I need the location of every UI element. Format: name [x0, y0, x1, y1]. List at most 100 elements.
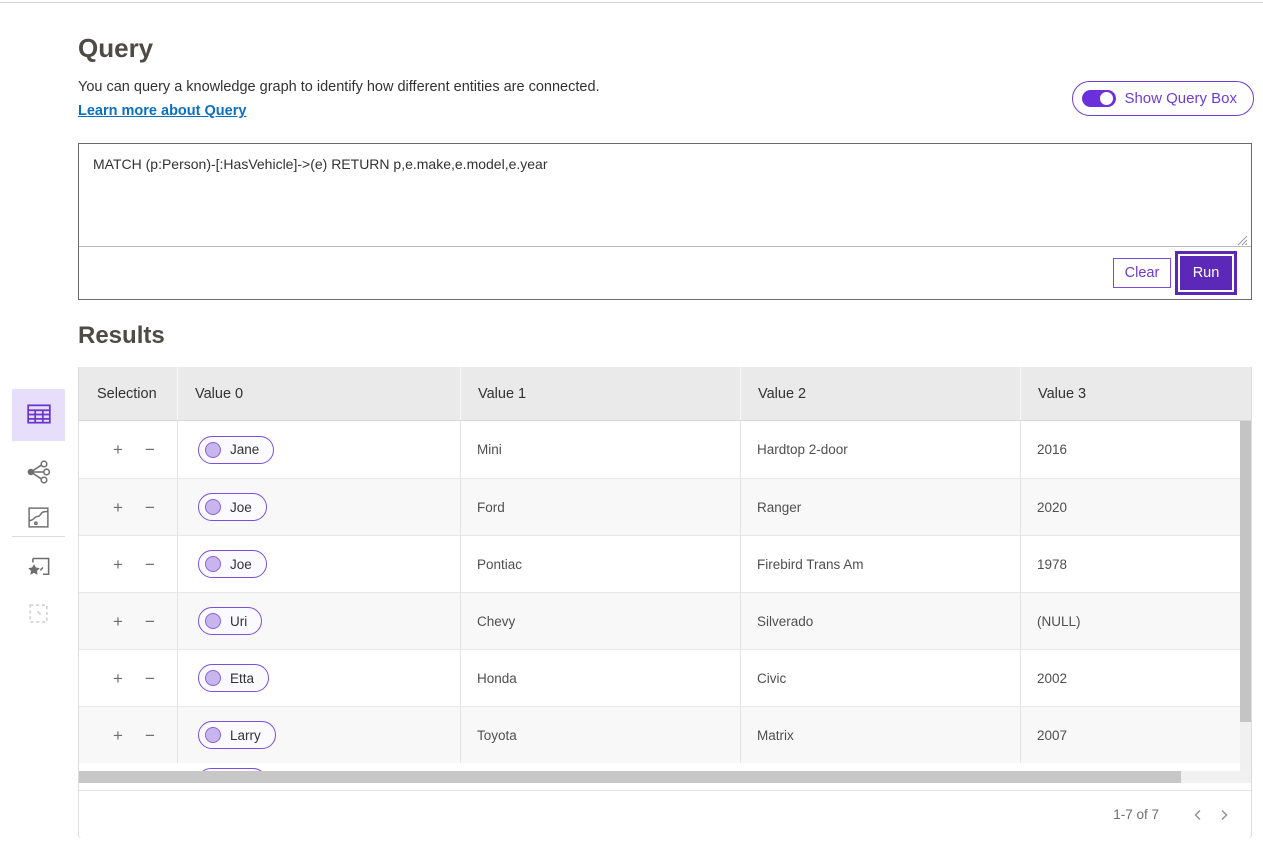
toggle-switch-icon [1082, 90, 1116, 107]
value2-cell: Matrix [740, 707, 1020, 763]
table-row: + − Larry Toyota Matrix 2007 [79, 706, 1251, 763]
selection-cell: + − [79, 707, 177, 763]
sidebar-item-link-chart-view[interactable] [12, 450, 65, 496]
sidebar-item-table-view[interactable] [12, 389, 65, 441]
entity-pill-label: Uri [230, 614, 247, 629]
value0-cell: Jane [177, 421, 460, 478]
entity-node-icon [205, 670, 221, 686]
value2-cell: Ranger [740, 479, 1020, 535]
entity-pill[interactable]: Joe [198, 493, 267, 521]
value1-cell: Honda [460, 650, 740, 706]
clear-button[interactable]: Clear [1113, 258, 1171, 288]
value2-cell: Hardtop 2-door [740, 421, 1020, 478]
column-header: Value 1 [460, 367, 740, 420]
column-header: Selection [79, 367, 177, 420]
top-divider [0, 2, 1263, 3]
remove-selection-button[interactable]: − [145, 499, 155, 516]
query-input[interactable]: MATCH (p:Person)-[:HasVehicle]->(e) RETU… [79, 144, 1251, 247]
table-row: + − Etta Honda Civic 2002 [79, 649, 1251, 706]
previous-page-button[interactable] [1185, 802, 1211, 828]
value1-cell: Chevy [460, 593, 740, 649]
column-header: Value 2 [740, 367, 1020, 420]
entity-pill-label: Larry [230, 728, 261, 743]
value0-cell: Etta [177, 650, 460, 706]
selection-cell: + − [79, 421, 177, 478]
horizontal-scrollbar-thumb[interactable] [79, 771, 1181, 783]
value1-cell: Ford [460, 479, 740, 535]
value0-cell: Larry [177, 707, 460, 763]
value3-cell: 2002 [1020, 650, 1253, 706]
column-header: Value 0 [177, 367, 460, 420]
panel-gap [79, 783, 1251, 790]
column-header: Value 3 [1020, 367, 1253, 420]
entity-pill[interactable]: Uri [198, 607, 262, 635]
vertical-scrollbar-thumb[interactable] [1240, 421, 1251, 722]
entity-node-icon [205, 613, 221, 629]
map-view-icon [26, 505, 51, 533]
value3-cell: 2016 [1020, 421, 1253, 478]
page-description: You can query a knowledge graph to ident… [78, 79, 600, 95]
selection-tool-icon [26, 601, 51, 629]
value0-cell: Uri [177, 593, 460, 649]
table-row: + − Jane Mini Hardtop 2-door 2016 [79, 421, 1251, 478]
sidebar-item-new-map-view[interactable] [12, 546, 65, 592]
vertical-scrollbar[interactable] [1240, 421, 1251, 771]
entity-pill-label: Etta [230, 671, 254, 686]
new-map-view-icon [25, 554, 52, 584]
remove-selection-button[interactable]: − [145, 556, 155, 573]
entity-pill-label: Joe [230, 557, 252, 572]
page-title: Query [78, 33, 153, 64]
entity-pill[interactable]: Etta [198, 664, 269, 692]
value2-cell: Firebird Trans Am [740, 536, 1020, 592]
learn-more-link[interactable]: Learn more about Query [78, 103, 246, 119]
value0-cell: Joe [177, 479, 460, 535]
remove-selection-button[interactable]: − [145, 613, 155, 630]
entity-pill[interactable]: Joe [198, 550, 267, 578]
run-button[interactable]: Run [1180, 256, 1232, 290]
selection-cell: + − [79, 593, 177, 649]
table-view-icon [26, 401, 52, 430]
show-query-box-toggle[interactable]: Show Query Box [1072, 81, 1254, 116]
selection-cell: + − [79, 650, 177, 706]
sidebar-divider [12, 536, 65, 537]
add-selection-button[interactable]: + [113, 499, 123, 516]
value2-cell: Civic [740, 650, 1020, 706]
table-row: + − Uri Chevy Silverado (NULL) [79, 592, 1251, 649]
value3-cell: (NULL) [1020, 593, 1253, 649]
entity-pill[interactable]: Larry [198, 721, 276, 749]
table-row-partial [79, 763, 1251, 771]
value1-cell: Pontiac [460, 536, 740, 592]
remove-selection-button[interactable]: − [145, 727, 155, 744]
selection-cell: + − [79, 479, 177, 535]
add-selection-button[interactable]: + [113, 556, 123, 573]
next-page-button[interactable] [1211, 802, 1237, 828]
entity-pill[interactable]: Jane [198, 436, 274, 464]
value1-cell: Toyota [460, 707, 740, 763]
results-panel: Selection Value 0 Value 1 Value 2 Value … [78, 367, 1252, 838]
table-header-row: Selection Value 0 Value 1 Value 2 Value … [79, 367, 1251, 421]
table-row: + − Joe Pontiac Firebird Trans Am 1978 [79, 535, 1251, 592]
selection-cell: + − [79, 536, 177, 592]
add-selection-button[interactable]: + [113, 613, 123, 630]
entity-pill-label: Joe [230, 500, 252, 515]
remove-selection-button[interactable]: − [145, 670, 155, 687]
resize-grip-icon[interactable] [1237, 233, 1248, 251]
table-body: + − Jane Mini Hardtop 2-door 2016 + − Jo… [79, 421, 1251, 771]
add-selection-button[interactable]: + [113, 441, 123, 458]
add-selection-button[interactable]: + [113, 670, 123, 687]
link-chart-view-icon [26, 459, 52, 488]
value3-cell: 2007 [1020, 707, 1253, 763]
table-row: + − Joe Ford Ranger 2020 [79, 478, 1251, 535]
entity-pill-label: Jane [230, 442, 259, 457]
value3-cell: 1978 [1020, 536, 1253, 592]
results-title: Results [78, 322, 165, 350]
pagination-label: 1-7 of 7 [1113, 807, 1159, 822]
entity-node-icon [205, 727, 221, 743]
remove-selection-button[interactable]: − [145, 441, 155, 458]
horizontal-scrollbar[interactable] [79, 771, 1251, 783]
query-actions-bar: Clear Run [79, 247, 1251, 299]
query-box: MATCH (p:Person)-[:HasVehicle]->(e) RETU… [78, 143, 1252, 300]
sidebar-item-selection-tool [12, 592, 65, 638]
add-selection-button[interactable]: + [113, 727, 123, 744]
table-footer: 1-7 of 7 [79, 790, 1251, 838]
